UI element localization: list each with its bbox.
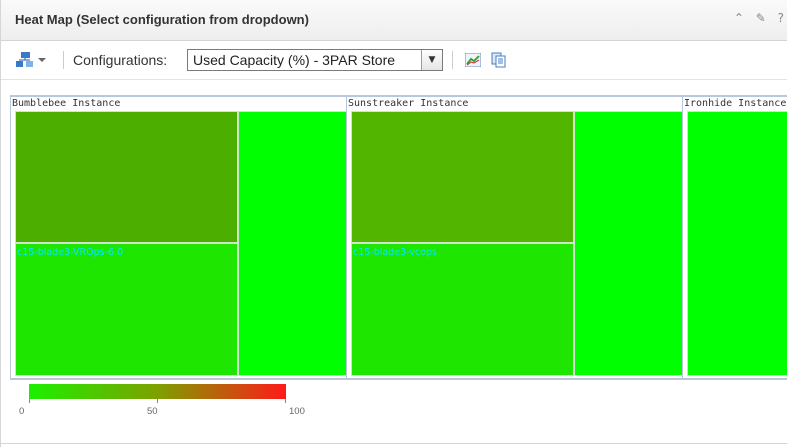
heatmap-cell[interactable] (15, 111, 238, 243)
heatmap-cell[interactable] (574, 111, 683, 376)
legend-tick (29, 399, 30, 403)
group-label: Bumblebee Instance (12, 98, 121, 109)
collapse-icon[interactable]: ⌃ (734, 11, 744, 25)
edit-pencil-icon[interactable]: ✎ (756, 11, 766, 25)
chevron-down-icon[interactable]: ▼ (421, 50, 442, 70)
heatmap-cell[interactable] (687, 111, 787, 376)
legend-mid-label: 50 (147, 406, 158, 417)
copy-icon (491, 52, 506, 68)
heatmap-cell[interactable]: c15-blade3-VROps-6.0 (15, 243, 238, 376)
heatmap-widget: Heat Map (Select configuration from drop… (0, 0, 787, 447)
copy-button[interactable] (491, 41, 507, 79)
help-icon[interactable]: ? (778, 11, 784, 25)
hierarchy-menu-button[interactable] (15, 41, 49, 79)
configuration-select-value: Used Capacity (%) - 3PAR Store (193, 52, 396, 68)
widget-toolbar: Configurations: Used Capacity (%) - 3PAR… (1, 41, 787, 80)
cell-label: c15-blade3-vcops (353, 247, 437, 258)
color-scale-legend (29, 384, 286, 399)
hierarchy-icon (16, 52, 46, 67)
group-label: Ironhide Instance (684, 98, 787, 109)
heatmap-cell[interactable] (238, 111, 347, 376)
heatmap-group-sunstreaker[interactable]: Sunstreaker Instance c15-blade3-vcops (346, 96, 684, 379)
legend-tick (157, 399, 158, 403)
toolbar-separator (452, 51, 453, 69)
heatmap-area: Bumblebee Instance c15-blade3-VROps-6.0 … (10, 95, 787, 380)
chart-icon (465, 53, 481, 67)
legend-tick (285, 399, 286, 403)
widget-title: Heat Map (Select configuration from drop… (15, 12, 309, 27)
heatmap-group-bumblebee[interactable]: Bumblebee Instance c15-blade3-VROps-6.0 (10, 96, 348, 379)
heatmap-cell[interactable]: c15-blade3-vcops (351, 243, 574, 376)
toolbar-separator (63, 51, 64, 69)
configurations-label: Configurations: (73, 52, 168, 68)
header-icons: ⌃ ✎ ? (726, 11, 784, 25)
cell-label: c15-blade3-VROps-6.0 (17, 247, 124, 258)
legend-max-label: 100 (289, 406, 305, 417)
configuration-select[interactable]: Used Capacity (%) - 3PAR Store ▼ (187, 49, 443, 71)
widget-header: Heat Map (Select configuration from drop… (1, 0, 787, 41)
heatmap-group-ironhide[interactable]: Ironhide Instance (682, 96, 787, 379)
group-label: Sunstreaker Instance (348, 98, 469, 109)
chart-button[interactable] (465, 41, 481, 79)
heatmap-cell[interactable] (351, 111, 574, 243)
divider (1, 443, 787, 444)
chevron-down-icon (38, 58, 46, 62)
legend-min-label: 0 (19, 406, 25, 417)
